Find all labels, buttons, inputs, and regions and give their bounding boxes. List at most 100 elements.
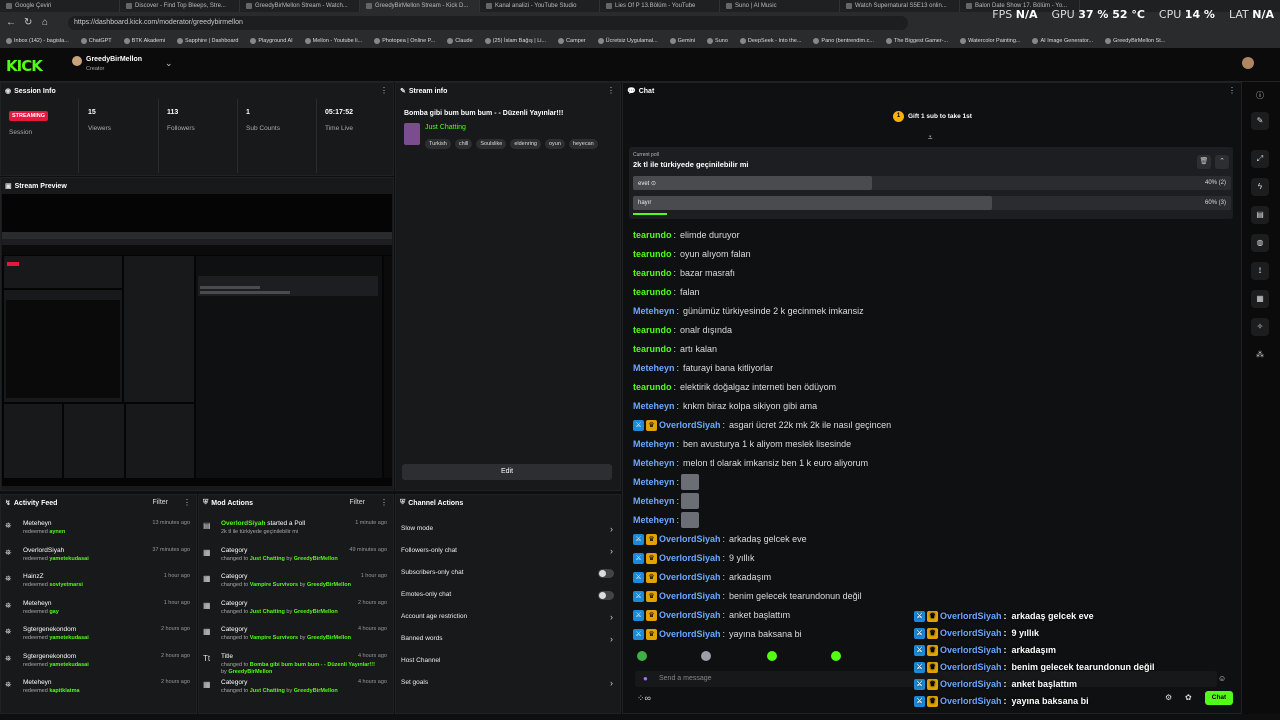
bookmark-item[interactable]: Ücretsiz Uygulamal... <box>597 38 658 44</box>
category-name[interactable]: Vampire Survivors <box>250 635 298 641</box>
chat-username[interactable]: Meteheyn <box>633 458 675 468</box>
channel-action-emotes-only-chat[interactable]: Emotes-only chat <box>396 586 620 606</box>
chat-username[interactable]: Meteheyn <box>633 306 675 316</box>
chat-bubble-icon[interactable]: ◍ <box>1251 234 1269 252</box>
chat-username[interactable]: Meteheyn <box>633 401 675 411</box>
browser-tab[interactable]: Suno | AI Music <box>720 0 840 12</box>
category-link[interactable]: Just Chatting <box>425 124 466 131</box>
mod-action-user[interactable]: OverlordSiyah <box>221 520 265 527</box>
mod-menu-icon[interactable]: ⋮ <box>380 498 388 507</box>
bookmark-item[interactable]: Pano (bentrendim.c... <box>813 38 874 44</box>
poll-option[interactable]: hayır 60% (3) <box>633 196 1231 210</box>
browser-tab[interactable]: GreedyBirMellon Stream - Watch... <box>240 0 360 12</box>
chat-menu-icon[interactable]: ⋮ <box>1228 86 1236 95</box>
back-icon[interactable]: ← <box>6 18 16 28</box>
channel-action-followers-only-chat[interactable]: Followers-only chat › <box>396 542 620 562</box>
channel-switch-chevron-icon[interactable]: ⌄ <box>165 58 173 69</box>
chat-username[interactable]: OverlordSiyah <box>659 591 721 601</box>
browser-tab[interactable]: Kanal analizi - YouTube Studio <box>480 0 600 12</box>
emote-icon[interactable] <box>637 651 647 661</box>
chat-username[interactable]: tearundo <box>633 268 672 278</box>
broadcast-icon[interactable]: ⟟ <box>1251 262 1269 280</box>
stream-tag[interactable]: chill <box>454 139 473 149</box>
chat-username[interactable]: tearundo <box>633 382 672 392</box>
bookmark-item[interactable]: AI Image Generator... <box>1032 38 1093 44</box>
browser-tab[interactable]: Discover - Find Top Bleeps, Stre... <box>120 0 240 12</box>
category-name[interactable]: Just Chatting <box>250 609 285 615</box>
kick-logo[interactable]: KICK <box>6 57 43 75</box>
bolt-icon[interactable]: ϟ <box>1251 178 1269 196</box>
expand-icon[interactable]: ⤢ <box>1251 150 1269 168</box>
calendar-icon[interactable]: ▦ <box>1251 290 1269 308</box>
moderator-name[interactable]: GreedyBirMellon <box>294 688 338 694</box>
mod-filter-button[interactable]: Filter <box>349 499 365 506</box>
activity-filter-button[interactable]: Filter <box>152 499 168 506</box>
bookmark-item[interactable]: Photopea | Online P... <box>374 38 435 44</box>
stream-info-menu-icon[interactable]: ⋮ <box>607 86 615 95</box>
activity-user[interactable]: HainzZ <box>23 573 44 580</box>
channel-action-banned-words[interactable]: Banned words › <box>396 630 620 650</box>
home-icon[interactable]: ⌂ <box>42 18 52 28</box>
chat-username[interactable]: tearundo <box>633 325 672 335</box>
chat-username[interactable]: tearundo <box>633 344 672 354</box>
channel-action-set-goals[interactable]: Set goals › <box>396 674 620 694</box>
bookmark-item[interactable]: DeepSeek - Into the... <box>739 38 801 44</box>
edit-icon[interactable]: ✎ <box>1251 112 1269 130</box>
chat-username[interactable]: OverlordSiyah <box>659 420 721 430</box>
gift-sub-banner[interactable]: 1 Gift 1 sub to take 1st <box>893 111 972 122</box>
mic-icon[interactable]: ● <box>643 674 648 683</box>
chat-username[interactable]: OverlordSiyah <box>659 629 721 639</box>
toggle-switch[interactable] <box>598 591 614 600</box>
bookmark-item[interactable]: Mellon - Youtube li... <box>304 38 362 44</box>
browser-tab[interactable]: Watch Supernatural S5E13 onlin... <box>840 0 960 12</box>
chat-settings-infinity[interactable]: ⁘∞ <box>637 693 651 704</box>
activity-menu-icon[interactable]: ⋮ <box>183 498 191 507</box>
activity-user[interactable]: Meteheyn <box>23 679 52 686</box>
bookmark-item[interactable]: The Biggest Gamer-... <box>886 38 948 44</box>
url-field[interactable]: https://dashboard.kick.com/moderator/gre… <box>68 16 908 30</box>
activity-user[interactable]: Meteheyn <box>23 600 52 607</box>
bookmark-item[interactable]: Camper <box>558 38 586 44</box>
wrench-icon[interactable]: ✧ <box>1251 318 1269 336</box>
bookmark-item[interactable]: Sapphire | Dashboard <box>177 38 238 44</box>
channel-action-subscribers-only-chat[interactable]: Subscribers-only chat <box>396 564 620 584</box>
channel-action-account-age-restriction[interactable]: Account age restriction › <box>396 608 620 628</box>
chat-username[interactable]: OverlordSiyah <box>659 553 721 563</box>
emote-icon[interactable] <box>701 651 711 661</box>
bookmark-item[interactable]: ChatGPT <box>80 38 112 44</box>
activity-user[interactable]: OverlordSiyah <box>23 547 64 554</box>
chat-username[interactable]: Meteheyn <box>633 477 675 487</box>
pin-expand-icon[interactable]: ⩡ <box>928 133 933 143</box>
category-name[interactable]: Just Chatting <box>250 556 285 562</box>
clipboard-icon[interactable]: ▤ <box>1251 206 1269 224</box>
bookmark-item[interactable]: Watercolor Painting... <box>960 38 1020 44</box>
edit-stream-info-button[interactable]: Edit <box>402 464 612 480</box>
stream-tag[interactable]: Turkish <box>425 139 451 149</box>
activity-user[interactable]: Meteheyn <box>23 520 52 527</box>
moderator-name[interactable]: GreedyBirMellon <box>294 556 338 562</box>
category-name[interactable]: Vampire Survivors <box>250 582 298 588</box>
chat-username[interactable]: Meteheyn <box>633 515 675 525</box>
stream-preview-video[interactable] <box>2 194 392 486</box>
chat-username[interactable]: tearundo <box>633 249 672 259</box>
session-menu-icon[interactable]: ⋮ <box>380 86 388 95</box>
bookmark-item[interactable]: BTK Akademi <box>123 38 165 44</box>
moderator-name[interactable]: GreedyBirMellon <box>307 635 351 641</box>
stream-tag[interactable]: heyecan <box>568 139 598 149</box>
emote-icon[interactable] <box>831 651 841 661</box>
moderator-name[interactable]: GreedyBirMellon <box>294 609 338 615</box>
browser-tab[interactable]: Lies Of P 13.Bölüm - YouTube <box>600 0 720 12</box>
info-icon[interactable]: ⓘ <box>1251 87 1269 105</box>
bookmark-item[interactable]: Suno <box>707 38 728 44</box>
activity-user[interactable]: Sgtergenekondom <box>23 653 76 660</box>
category-name[interactable]: Just Chatting <box>250 688 285 694</box>
user-avatar[interactable] <box>1242 57 1254 69</box>
reload-icon[interactable]: ↻ <box>24 18 34 28</box>
apps-icon[interactable]: ⁂ <box>1251 346 1269 364</box>
channel-action-slow-mode[interactable]: Slow mode › <box>396 520 620 540</box>
bookmark-item[interactable]: Inbox (142) - bagisla... <box>6 38 69 44</box>
emote-icon[interactable] <box>767 651 777 661</box>
stream-tag[interactable]: Soulslike <box>476 139 507 149</box>
category-name[interactable]: Bomba gibi bum bum bum - - Düzenli Yayın… <box>250 662 375 668</box>
chat-username[interactable]: OverlordSiyah <box>659 572 721 582</box>
